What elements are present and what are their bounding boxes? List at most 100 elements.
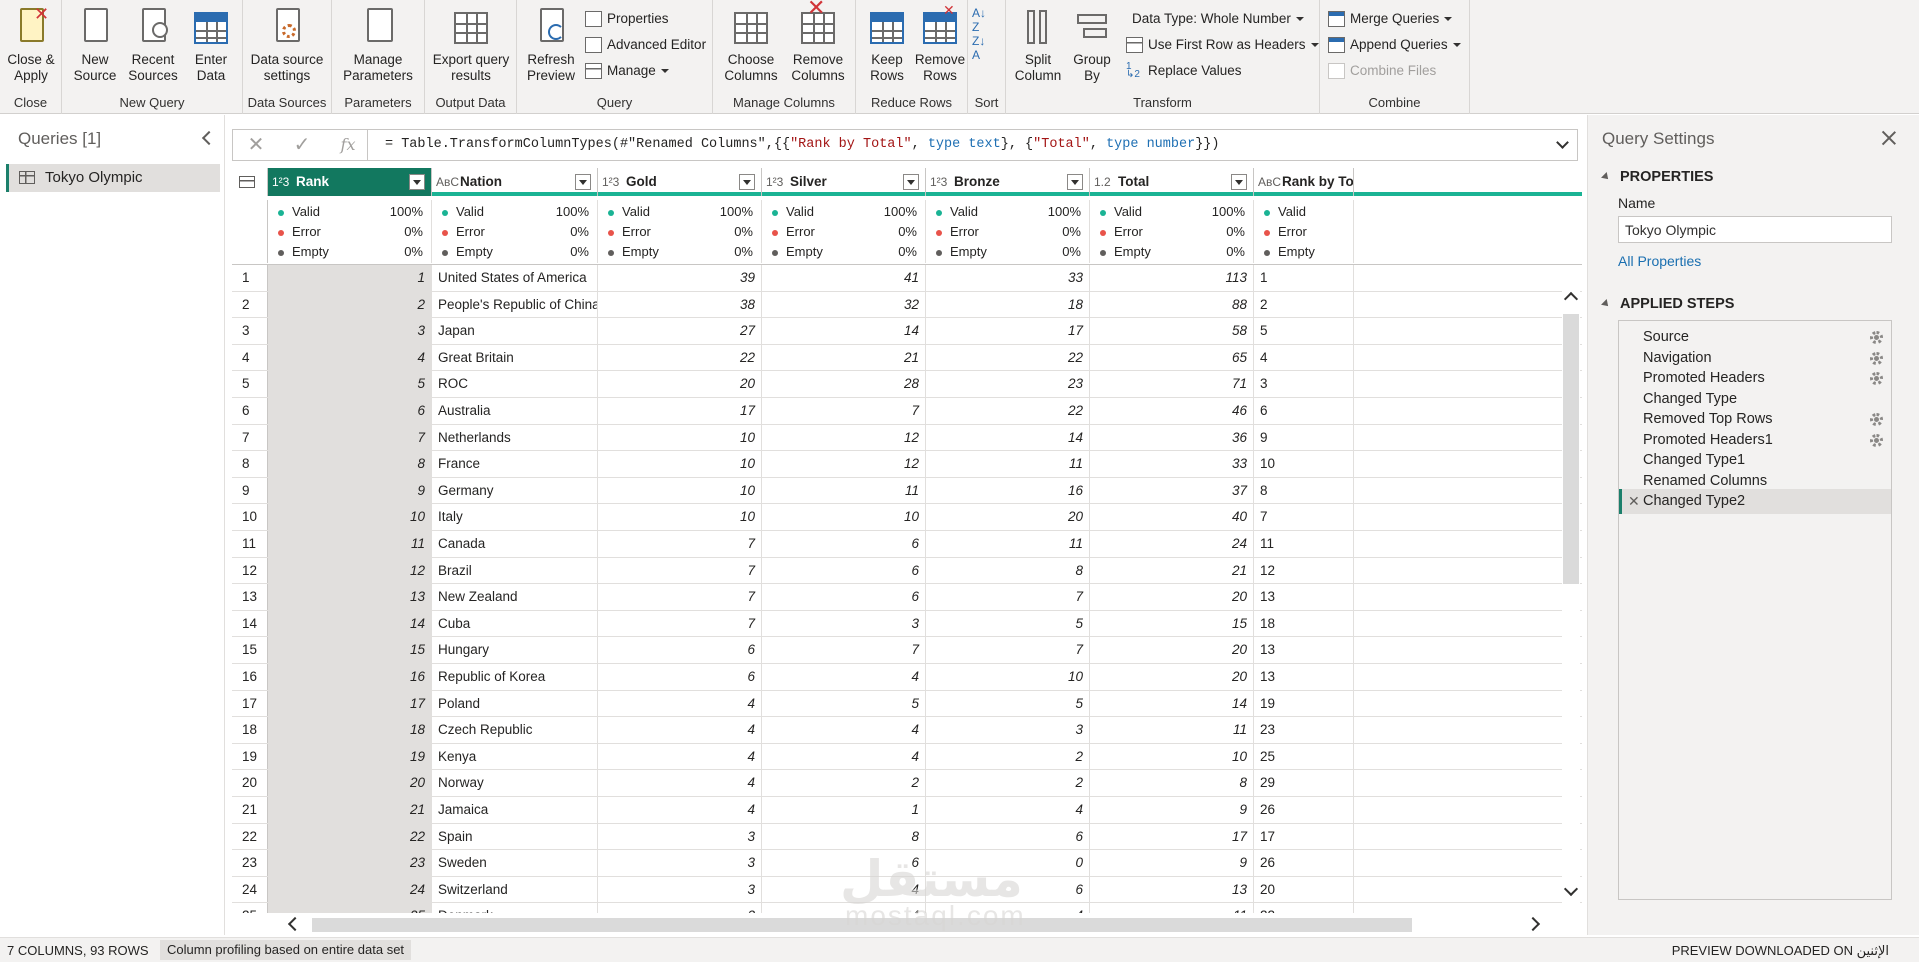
- table-cell[interactable]: 11: [926, 531, 1090, 557]
- table-cell[interactable]: Switzerland: [432, 876, 598, 903]
- table-row[interactable]: 14 14 Cuba 7 3 5 15 18: [232, 610, 1582, 638]
- advanced-editor-button[interactable]: Advanced Editor: [583, 34, 706, 56]
- replace-values-button[interactable]: 1 ↳2 Replace Values: [1124, 60, 1242, 82]
- table-cell[interactable]: 1: [762, 797, 926, 823]
- table-cell[interactable]: 7: [598, 584, 762, 610]
- column-quality-profile[interactable]: Valid 100% Error 0% Empty 0%: [598, 200, 762, 263]
- table-cell[interactable]: 18: [268, 717, 432, 743]
- table-cell[interactable]: Spain: [432, 823, 598, 850]
- table-cell[interactable]: 26: [1254, 797, 1354, 823]
- table-row[interactable]: 18 18 Czech Republic 4 4 3 11 23: [232, 717, 1582, 744]
- table-row[interactable]: 20 20 Norway 4 2 2 8 29: [232, 770, 1582, 797]
- commit-formula-icon[interactable]: ✓: [291, 134, 313, 156]
- table-row[interactable]: 12 12 Brazil 7 6 8 21 12: [232, 557, 1582, 585]
- table-row[interactable]: 4 4 Great Britain 22 21 22 65 4: [232, 344, 1582, 372]
- choose-columns-button[interactable]: Choose Columns: [719, 6, 783, 84]
- table-cell[interactable]: 4: [598, 690, 762, 717]
- table-cell[interactable]: 7: [762, 398, 926, 424]
- table-cell[interactable]: 88: [1090, 291, 1254, 318]
- table-cell[interactable]: 12: [762, 451, 926, 477]
- table-cell[interactable]: 7: [598, 610, 762, 637]
- table-cell[interactable]: 5: [1254, 318, 1354, 344]
- table-cell[interactable]: Great Britain: [432, 344, 598, 371]
- table-cell[interactable]: 13: [1090, 876, 1254, 903]
- column-quality-profile[interactable]: Valid 100% Error 0% Empty 0%: [1090, 200, 1254, 263]
- column-type-icon[interactable]: 1.2: [1094, 168, 1118, 196]
- table-cell[interactable]: 6: [598, 637, 762, 663]
- table-cell[interactable]: Germany: [432, 477, 598, 504]
- filter-dropdown-icon[interactable]: [1067, 174, 1083, 190]
- scroll-thumb[interactable]: [1563, 314, 1579, 584]
- table-cell[interactable]: 21: [268, 797, 432, 823]
- table-cell[interactable]: 58: [1090, 318, 1254, 344]
- table-cell[interactable]: 17: [1254, 823, 1354, 850]
- table-cell[interactable]: 6: [762, 557, 926, 584]
- manage-parameters-button[interactable]: Manage Parameters: [336, 6, 420, 84]
- applied-steps-section[interactable]: APPLIED STEPS: [1602, 296, 1734, 312]
- table-cell[interactable]: 2: [268, 291, 432, 318]
- table-cell[interactable]: Canada: [432, 531, 598, 557]
- enter-data-button[interactable]: Enter Data: [186, 6, 236, 84]
- row-number[interactable]: 13: [232, 584, 268, 610]
- table-cell[interactable]: 13: [1254, 584, 1354, 610]
- row-number[interactable]: 15: [232, 637, 268, 663]
- table-row[interactable]: 1 1 United States of America 39 41 33 113 1: [232, 265, 1582, 292]
- table-row[interactable]: 9 9 Germany 10 11 16 37 8: [232, 477, 1582, 505]
- table-cell[interactable]: 11: [1254, 531, 1354, 557]
- table-cell[interactable]: ROC: [432, 371, 598, 397]
- table-cell[interactable]: 22: [268, 823, 432, 850]
- table-cell[interactable]: 20: [1254, 876, 1354, 903]
- column-header-gold[interactable]: 1²3 Gold: [598, 168, 762, 196]
- table-row[interactable]: 16 16 Republic of Korea 6 4 10 20 13: [232, 664, 1582, 691]
- column-header-nation[interactable]: AʙCNation: [432, 168, 598, 196]
- table-cell[interactable]: 4: [762, 664, 926, 690]
- table-cell[interactable]: 22: [926, 344, 1090, 371]
- row-number[interactable]: 20: [232, 770, 268, 796]
- table-cell[interactable]: 38: [598, 291, 762, 318]
- table-cell[interactable]: Brazil: [432, 557, 598, 584]
- row-number[interactable]: 9: [232, 477, 268, 504]
- table-cell[interactable]: 1: [1254, 265, 1354, 291]
- row-number[interactable]: 16: [232, 664, 268, 690]
- collapse-pane-icon[interactable]: [201, 130, 217, 146]
- table-cell[interactable]: Czech Republic: [432, 717, 598, 743]
- table-cell[interactable]: 2: [1254, 291, 1354, 318]
- scroll-right-icon[interactable]: [1525, 916, 1541, 932]
- filter-dropdown-icon[interactable]: [903, 174, 919, 190]
- table-cell[interactable]: 4: [598, 717, 762, 743]
- row-number[interactable]: 5: [232, 371, 268, 397]
- table-cell[interactable]: 19: [1254, 690, 1354, 717]
- table-cell[interactable]: 10: [598, 451, 762, 477]
- table-cell[interactable]: 11: [926, 451, 1090, 477]
- row-number[interactable]: 3: [232, 318, 268, 344]
- table-cell[interactable]: 4: [268, 344, 432, 371]
- append-queries-button[interactable]: Append Queries: [1326, 34, 1461, 56]
- table-cell[interactable]: 40: [1090, 504, 1254, 530]
- table-cell[interactable]: 11: [268, 531, 432, 557]
- column-type-icon[interactable]: AʙC: [1258, 168, 1282, 196]
- table-cell[interactable]: 41: [762, 265, 926, 291]
- row-number[interactable]: 25: [232, 903, 268, 913]
- table-cell[interactable]: 20: [1090, 664, 1254, 690]
- table-cell[interactable]: 10: [926, 664, 1090, 690]
- column-quality-profile[interactable]: Valid Error Empty: [1254, 200, 1354, 263]
- group-by-button[interactable]: Group By: [1070, 6, 1114, 84]
- column-header-silver[interactable]: 1²3 Silver: [762, 168, 926, 196]
- row-number[interactable]: 24: [232, 876, 268, 903]
- table-row[interactable]: 3 3 Japan 27 14 17 58 5: [232, 318, 1582, 345]
- table-cell[interactable]: 3: [926, 717, 1090, 743]
- table-cell[interactable]: 27: [598, 318, 762, 344]
- table-cell[interactable]: 36: [1090, 424, 1254, 451]
- table-cell[interactable]: 7: [598, 531, 762, 557]
- table-cell[interactable]: 19: [268, 743, 432, 770]
- table-row[interactable]: 11 11 Canada 7 6 11 24 11: [232, 531, 1582, 558]
- data-type-dropdown[interactable]: Data Type: Whole Number: [1122, 8, 1304, 30]
- applied-step-changed-type2[interactable]: ✕ Changed Type2: [1619, 489, 1891, 514]
- scroll-left-icon[interactable]: [287, 916, 303, 932]
- close-apply-button[interactable]: ✕ Close & Apply: [4, 5, 58, 84]
- table-cell[interactable]: 10: [598, 504, 762, 530]
- column-quality-profile[interactable]: Valid 100% Error 0% Empty 0%: [926, 200, 1090, 263]
- manage-button[interactable]: Manage: [583, 60, 669, 82]
- row-number[interactable]: 1: [232, 265, 268, 291]
- table-cell[interactable]: 4: [762, 717, 926, 743]
